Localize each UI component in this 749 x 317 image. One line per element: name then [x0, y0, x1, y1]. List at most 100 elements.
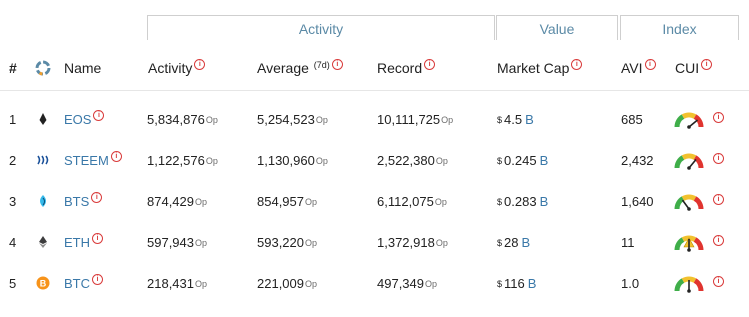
- market-cap-value: 116: [504, 276, 525, 291]
- market-cap-unit: B: [539, 194, 549, 209]
- cui-gauge-icon[interactable]: [674, 111, 704, 129]
- table-row[interactable]: 2 STEEM i 1,122,576Op 1,130,960Op 2,522,380Op…: [0, 151, 749, 194]
- info-icon[interactable]: i: [713, 235, 724, 246]
- avi-cell: 1.0: [621, 276, 640, 291]
- btc-logo-icon: B: [36, 276, 50, 290]
- info-icon[interactable]: i: [93, 110, 105, 121]
- cui-header-label: CUI: [675, 60, 700, 76]
- market-cap-cell: $4.5 B: [497, 111, 534, 129]
- record-value: 6,112,075: [377, 194, 434, 209]
- cui-gauge-icon[interactable]: [674, 193, 704, 211]
- coin-name-link[interactable]: EOS i: [64, 110, 105, 129]
- coin-name: BTC: [64, 276, 90, 291]
- eos-logo-icon: [36, 112, 50, 126]
- record-value: 1,372,918: [377, 235, 435, 250]
- coin-name-link[interactable]: BTC i: [64, 274, 103, 293]
- coin-name: ETH: [64, 235, 90, 250]
- op-unit: Op: [195, 197, 208, 207]
- average-value: 5,254,523: [257, 112, 315, 127]
- average-value: 854,957: [257, 194, 304, 209]
- info-icon[interactable]: i: [92, 274, 103, 285]
- market-cap-value: 0.245: [504, 153, 537, 168]
- rank-column-header[interactable]: #: [9, 60, 17, 76]
- info-icon[interactable]: i: [713, 153, 724, 164]
- op-unit: Op: [205, 156, 218, 166]
- record-value: 2,522,380: [377, 153, 435, 168]
- info-icon[interactable]: i: [644, 59, 656, 70]
- coin-name-link[interactable]: ETH i: [64, 233, 103, 252]
- activity-cell: 874,429Op: [147, 193, 207, 211]
- info-icon[interactable]: i: [91, 192, 103, 203]
- cui-gauge-icon[interactable]: [674, 152, 704, 170]
- op-unit: Op: [195, 238, 208, 248]
- table-row[interactable]: 4 ETH i 597,943Op 593,220Op 1,372,918Op $28 B 11…: [0, 233, 749, 276]
- info-icon[interactable]: i: [194, 59, 206, 70]
- average-period-label: (7d): [313, 60, 330, 70]
- info-icon[interactable]: i: [713, 112, 724, 123]
- table-row[interactable]: 3 BTS i 874,429Op 854,957Op 6,112,075Op $0.283…: [0, 192, 749, 235]
- market-cap-column-header[interactable]: Market Cap i: [497, 59, 583, 76]
- coin-name-link[interactable]: BTS i: [64, 192, 103, 211]
- op-unit: Op: [205, 115, 218, 125]
- market-cap-unit: B: [527, 276, 537, 291]
- op-unit: Op: [315, 115, 328, 125]
- record-cell: 6,112,075Op: [377, 193, 447, 211]
- op-unit: Op: [425, 279, 438, 289]
- op-unit: Op: [195, 279, 208, 289]
- activity-value: 1,122,576: [147, 153, 205, 168]
- average-value: 593,220: [257, 235, 304, 250]
- op-unit: Op: [305, 197, 318, 207]
- currency-symbol: $: [497, 279, 503, 289]
- op-unit: Op: [434, 197, 447, 207]
- coin-name-link[interactable]: STEEM i: [64, 151, 122, 170]
- average-cell: 5,254,523Op: [257, 111, 328, 129]
- average-value: 221,009: [257, 276, 304, 291]
- market-cap-cell: $0.283 B: [497, 193, 548, 211]
- logo-ring-icon: [35, 60, 51, 76]
- avi-column-header[interactable]: AVI i: [621, 59, 656, 76]
- cui-gauge-icon[interactable]: [674, 234, 704, 252]
- table-row[interactable]: 5 B BTC i 218,431Op 221,009Op 497,349Op $116 B 1.…: [0, 274, 749, 317]
- info-icon[interactable]: i: [713, 276, 724, 287]
- op-unit: Op: [435, 238, 448, 248]
- record-column-header[interactable]: Record i: [377, 59, 436, 76]
- activity-header-label: Activity: [148, 60, 193, 76]
- coin-name: BTS: [64, 194, 90, 209]
- info-icon[interactable]: i: [701, 59, 713, 70]
- activity-value: 874,429: [147, 194, 194, 209]
- rank-cell: 3: [9, 194, 17, 209]
- activity-value: 5,834,876: [147, 112, 205, 127]
- cui-column-header[interactable]: CUI i: [675, 59, 713, 76]
- name-column-header[interactable]: Name: [64, 60, 101, 76]
- record-value: 497,349: [377, 276, 424, 291]
- cui-gauge-icon[interactable]: [674, 275, 704, 293]
- currency-symbol: $: [497, 238, 503, 248]
- market-cap-cell: $116 B: [497, 275, 536, 293]
- info-icon[interactable]: i: [571, 59, 583, 70]
- info-icon[interactable]: i: [92, 233, 103, 244]
- header-divider: [0, 90, 749, 91]
- activity-cell: 218,431Op: [147, 275, 207, 293]
- activity-column-header[interactable]: Activity i: [148, 59, 206, 76]
- currency-symbol: $: [497, 197, 503, 207]
- market-cap-cell: $0.245 B: [497, 152, 548, 170]
- activity-value: 597,943: [147, 235, 194, 250]
- record-cell: 10,111,725Op: [377, 111, 453, 129]
- op-unit: Op: [305, 279, 318, 289]
- table-row[interactable]: 1 EOS i 5,834,876Op 5,254,523Op 10,111,725Op $…: [0, 110, 749, 153]
- average-column-header[interactable]: Average (7d) i: [257, 59, 343, 76]
- info-icon[interactable]: i: [713, 194, 724, 205]
- record-cell: 497,349Op: [377, 275, 437, 293]
- info-icon[interactable]: i: [331, 59, 343, 70]
- info-icon[interactable]: i: [110, 151, 122, 162]
- average-cell: 221,009Op: [257, 275, 317, 293]
- activity-group-header: Activity: [147, 15, 495, 40]
- info-icon[interactable]: i: [424, 59, 436, 70]
- rank-cell: 2: [9, 153, 17, 168]
- avi-cell: 2,432: [621, 153, 654, 168]
- steem-logo-icon: [36, 153, 50, 167]
- rank-cell: 1: [9, 112, 17, 127]
- avi-cell: 685: [621, 112, 643, 127]
- coin-name: EOS: [64, 112, 92, 127]
- average-cell: 854,957Op: [257, 193, 317, 211]
